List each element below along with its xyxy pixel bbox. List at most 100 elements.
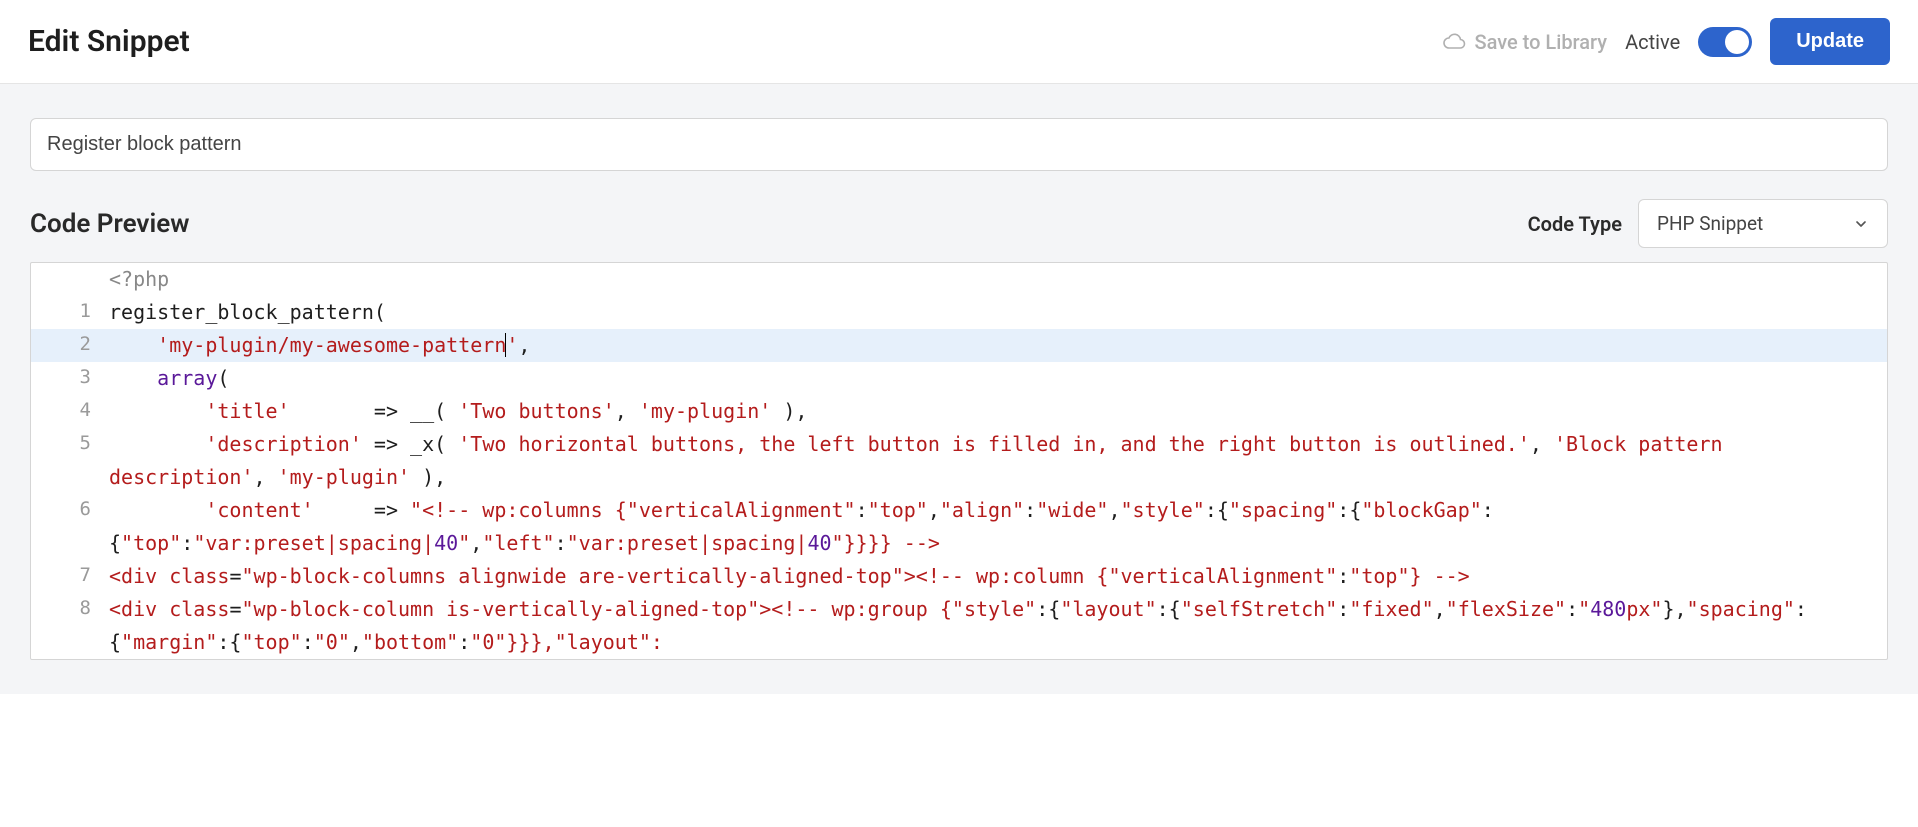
active-toggle[interactable] <box>1698 27 1752 57</box>
code-token: > <box>904 564 916 588</box>
code-token: :{ <box>1036 597 1060 621</box>
code-token: , <box>1530 432 1554 456</box>
code-editor[interactable]: <?php 1 register_block_pattern( 2 'my-pl… <box>30 262 1888 660</box>
code-token: 40 <box>434 531 458 555</box>
code-token: : <box>181 531 193 555</box>
code-token: "top" <box>1349 564 1409 588</box>
code-token: <!-- wp:group { <box>771 597 952 621</box>
code-token: "margin" <box>121 630 217 654</box>
line-number: 3 <box>31 362 103 395</box>
code-token: }}}} --> <box>844 531 940 555</box>
line-number: 6 <box>31 494 103 560</box>
code-token: 'Two buttons' <box>458 399 615 423</box>
code-token: , <box>254 465 278 489</box>
code-token: 'Two horizontal buttons, the left button… <box>458 432 1530 456</box>
code-token: array <box>157 366 217 390</box>
code-type-select[interactable]: PHP Snippet <box>1638 199 1888 248</box>
code-token: }, <box>1662 597 1686 621</box>
code-preview-header: Code Preview Code Type PHP Snippet <box>30 199 1888 248</box>
code-token <box>109 399 205 423</box>
code-token <box>109 498 205 522</box>
code-line-1: 1 register_block_pattern( <box>31 296 1887 329</box>
code-type-value: PHP Snippet <box>1657 212 1763 235</box>
toggle-knob <box>1725 30 1749 54</box>
code-token: "top" <box>868 498 928 522</box>
code-token: :{ <box>1157 597 1181 621</box>
line-number: 1 <box>31 296 103 329</box>
code-line-2: 2 'my-plugin/my-awesome-pattern', <box>31 329 1887 362</box>
line-number: 7 <box>31 560 103 593</box>
line-number: 2 <box>31 329 103 362</box>
code-token: class <box>169 564 229 588</box>
code-token: "style" <box>1121 498 1205 522</box>
code-token: "spacing" <box>1229 498 1337 522</box>
code-token: class <box>169 597 229 621</box>
code-token: 'my-plugin/my-awesome-pattern' <box>157 333 518 357</box>
code-token: : <box>555 531 567 555</box>
code-token: }}}, <box>506 630 554 654</box>
code-token: "selfStretch" <box>1181 597 1338 621</box>
code-token: , <box>470 531 482 555</box>
code-line-6: 6 'content' => "<!-- wp:columns {"vertic… <box>31 494 1887 560</box>
code-token: 40 <box>807 531 831 555</box>
code-token: "wide" <box>1036 498 1108 522</box>
text-cursor <box>505 333 506 357</box>
code-token: "480px" <box>1578 597 1662 621</box>
code-token: "layout" <box>1060 597 1156 621</box>
line-number: 4 <box>31 395 103 428</box>
code-token: , <box>928 498 940 522</box>
code-token: : <box>1337 564 1349 588</box>
code-token: , <box>1434 597 1446 621</box>
code-line-3: 3 array( <box>31 362 1887 395</box>
code-token: ( <box>434 432 458 456</box>
code-token: 'my-plugin' <box>639 399 771 423</box>
code-token: "0" <box>314 630 350 654</box>
code-token: , <box>350 630 362 654</box>
chevron-down-icon <box>1853 216 1869 232</box>
code-token <box>109 432 205 456</box>
code-token: <div <box>109 564 169 588</box>
active-label: Active <box>1625 30 1680 54</box>
code-type-label: Code Type <box>1528 212 1622 236</box>
code-token: : <box>302 630 314 654</box>
code-token: "style" <box>952 597 1036 621</box>
code-preview-title: Code Preview <box>30 209 189 239</box>
code-token: => <box>290 399 410 423</box>
code-line-7: 7 <div class="wp-block-columns alignwide… <box>31 560 1887 593</box>
snippet-title-input[interactable] <box>30 118 1888 171</box>
code-token: "<!-- wp:columns { <box>410 498 627 522</box>
code-token: : <box>1337 597 1349 621</box>
code-token: "align" <box>940 498 1024 522</box>
code-token: ( <box>374 300 386 324</box>
code-token <box>109 333 157 357</box>
code-token: "fixed" <box>1349 597 1433 621</box>
code-token: "flexSize" <box>1446 597 1566 621</box>
code-token: "verticalAlignment" <box>627 498 856 522</box>
code-token: ), <box>771 399 807 423</box>
code-token: => <box>314 498 410 522</box>
save-to-library-button[interactable]: Save to Library <box>1442 30 1607 54</box>
content: Code Preview Code Type PHP Snippet <?php… <box>0 84 1918 694</box>
code-token: "spacing" <box>1687 597 1795 621</box>
code-line-8: 8 <div class="wp-block-column is-vertica… <box>31 593 1887 659</box>
cloud-icon <box>1442 30 1466 54</box>
code-token: _x <box>410 432 434 456</box>
code-token: "layout": <box>555 630 663 654</box>
header-bar: Edit Snippet Save to Library Active Upda… <box>0 0 1918 84</box>
code-token: :{ <box>217 630 241 654</box>
code-token: ), <box>410 465 446 489</box>
code-token: , <box>615 399 639 423</box>
code-token: "left" <box>482 531 554 555</box>
code-token: "bottom" <box>362 630 458 654</box>
update-button[interactable]: Update <box>1770 18 1890 65</box>
code-token: ( <box>434 399 458 423</box>
gutter-blank <box>31 263 103 296</box>
save-to-library-label: Save to Library <box>1474 30 1607 54</box>
code-token: 'title' <box>205 399 289 423</box>
code-token: ( <box>217 366 229 390</box>
php-open-tag-row: <?php <box>31 263 1887 296</box>
line-number: 8 <box>31 593 103 659</box>
php-open-tag: <?php <box>103 263 169 296</box>
code-token: 480 <box>1590 597 1626 621</box>
code-token: 'description' <box>205 432 362 456</box>
